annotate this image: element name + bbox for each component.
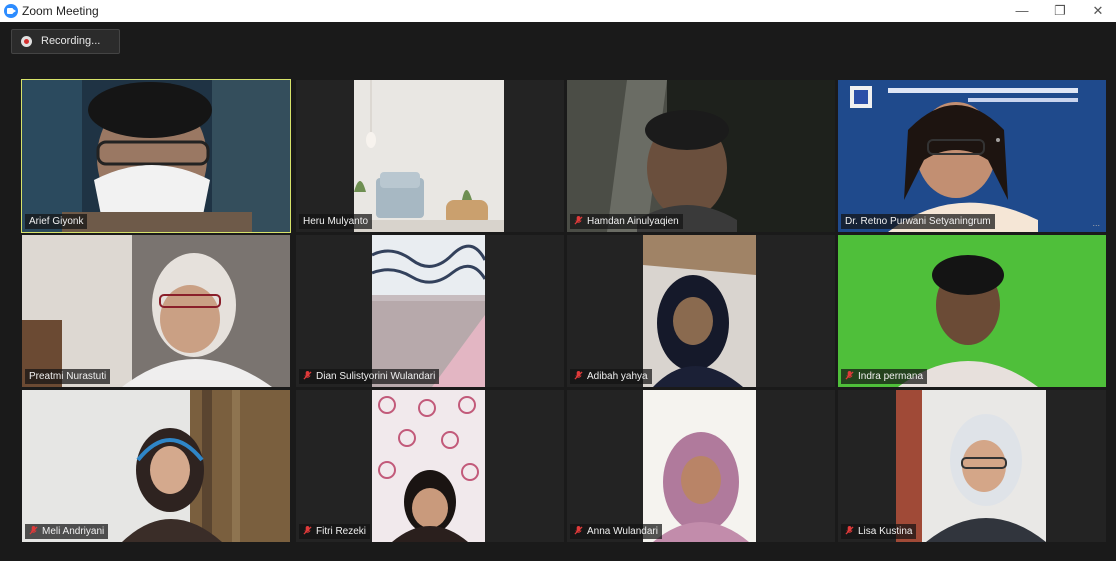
- participant-video: [22, 80, 290, 232]
- participant-video: [354, 80, 504, 232]
- participant-video: [838, 80, 1106, 232]
- video-tile[interactable]: Adibah yahya: [567, 235, 835, 387]
- video-tile[interactable]: Heru Mulyanto: [296, 80, 564, 232]
- muted-mic-icon: [845, 371, 854, 380]
- window-title: Zoom Meeting: [22, 4, 99, 18]
- record-icon: [21, 36, 32, 47]
- participant-name: Adibah yahya: [570, 369, 652, 384]
- participant-video: [22, 235, 290, 387]
- participant-name: Arief Giyonk: [25, 214, 88, 229]
- video-tile[interactable]: Lisa Kustina: [838, 390, 1106, 542]
- video-tile[interactable]: Indra permana: [838, 235, 1106, 387]
- participant-video: [372, 390, 485, 542]
- recording-label: Recording...: [41, 35, 101, 47]
- title-bar: Zoom Meeting — ❐ ✕: [0, 0, 1116, 22]
- participant-video: [372, 235, 485, 387]
- video-tile[interactable]: Arief Giyonk: [21, 79, 291, 233]
- participant-video: [896, 390, 1046, 542]
- video-tile[interactable]: Hamdan Ainulyaqien: [567, 80, 835, 232]
- video-tile[interactable]: Dr. Retno Purwani Setyaningrum ...: [838, 80, 1106, 232]
- participant-video: [567, 80, 835, 232]
- muted-mic-icon: [845, 526, 854, 535]
- close-button[interactable]: ✕: [1080, 0, 1116, 22]
- participant-name: Indra permana: [841, 369, 928, 384]
- recording-indicator[interactable]: Recording...: [11, 29, 120, 54]
- video-tile[interactable]: Anna Wulandari: [567, 390, 835, 542]
- muted-mic-icon: [574, 216, 583, 225]
- video-tile[interactable]: Meli Andriyani: [22, 390, 290, 542]
- gallery-view: Recording... Arief Giyonk Heru Mulyanto …: [0, 22, 1116, 561]
- video-tile[interactable]: Fitri Rezeki: [296, 390, 564, 542]
- participant-name: Meli Andriyani: [25, 524, 109, 539]
- participant-name: Preatmi Nurastuti: [25, 369, 111, 384]
- video-tile[interactable]: Preatmi Nurastuti: [22, 235, 290, 387]
- muted-mic-icon: [574, 526, 583, 535]
- participant-video: [838, 235, 1106, 387]
- muted-mic-icon: [303, 526, 312, 535]
- minimize-button[interactable]: —: [1004, 0, 1040, 22]
- participant-video: [22, 390, 290, 542]
- participant-name: Dr. Retno Purwani Setyaningrum: [841, 214, 995, 229]
- more-options-icon[interactable]: ...: [1092, 218, 1100, 228]
- video-tile[interactable]: Dian Sulistyorini Wulandari: [296, 235, 564, 387]
- muted-mic-icon: [29, 526, 38, 535]
- zoom-logo-icon: [4, 4, 18, 18]
- muted-mic-icon: [574, 371, 583, 380]
- participant-video: [643, 235, 756, 387]
- participant-name: Hamdan Ainulyaqien: [570, 214, 683, 229]
- participant-name: Heru Mulyanto: [299, 214, 373, 229]
- restore-button[interactable]: ❐: [1042, 0, 1078, 22]
- participant-name: Dian Sulistyorini Wulandari: [299, 369, 440, 384]
- muted-mic-icon: [303, 371, 312, 380]
- participant-name: Anna Wulandari: [570, 524, 662, 539]
- participant-name: Fitri Rezeki: [299, 524, 371, 539]
- participant-name: Lisa Kustina: [841, 524, 917, 539]
- participant-video: [643, 390, 756, 542]
